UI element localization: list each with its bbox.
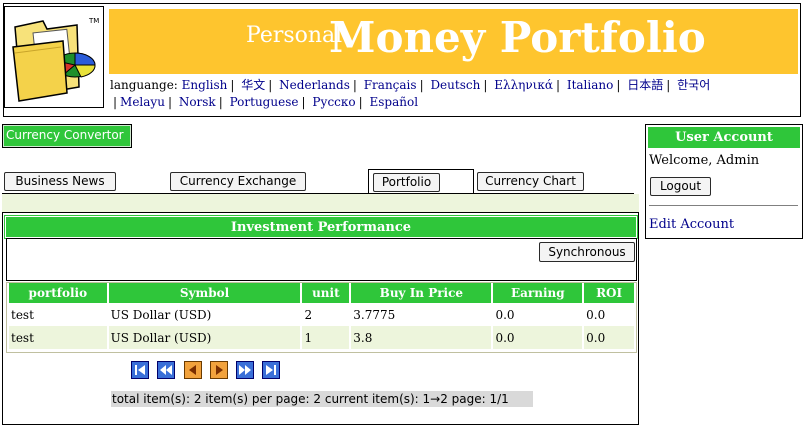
investment-table: portfolio Symbol unit Buy In Price Earni… (6, 282, 637, 353)
edit-account-link[interactable]: Edit Account (649, 217, 734, 232)
column-header[interactable]: unit (302, 283, 350, 303)
logo-icon: TM (4, 6, 104, 108)
pager-status: total item(s): 2 item(s) per page: 2 cur… (111, 391, 533, 407)
cell-roi: 0.0 (584, 326, 634, 349)
cell-symbol: US Dollar (USD) (110, 307, 212, 322)
lang-malay[interactable]: Melayu (120, 95, 165, 109)
language-label: languange: (110, 78, 178, 92)
title-small: Personal (246, 23, 343, 48)
lang-dutch[interactable]: Nederlands (279, 78, 350, 92)
tab-currency-chart[interactable]: Currency Chart (477, 172, 584, 191)
lang-italian[interactable]: Italiano (567, 78, 614, 92)
column-header[interactable]: portfolio (9, 283, 107, 303)
lang-chinese[interactable]: 华文 (241, 78, 265, 92)
tab-business-news[interactable]: Business News (4, 172, 116, 191)
lang-french[interactable]: Français (364, 78, 417, 92)
cell-portfolio: test (11, 307, 34, 322)
column-header[interactable]: Earning (493, 283, 583, 303)
lang-greek[interactable]: Ελληνικά (494, 78, 553, 92)
lang-russian[interactable]: Русско (312, 95, 355, 109)
cell-unit: 2 (304, 307, 313, 322)
table-header-row: portfolio Symbol unit Buy In Price Earni… (9, 283, 634, 303)
user-account-title: User Account (648, 127, 800, 148)
title-banner: Personal Money Portfolio (109, 9, 798, 74)
user-divider (649, 205, 798, 206)
last-page-icon[interactable] (262, 361, 280, 379)
lang-japanese[interactable]: 日本語 (627, 78, 663, 92)
cell-buy-price: 3.7775 (353, 307, 396, 322)
tab-content-band (2, 194, 639, 212)
tab-portfolio[interactable]: Portfolio (373, 173, 440, 192)
table-row[interactable]: test US Dollar (USD) 2 3.7775 0.0 0.0 (9, 303, 634, 326)
next-block-icon[interactable] (236, 361, 254, 379)
cell-buy-price: 3.8 (351, 326, 492, 349)
column-header[interactable]: Buy In Price (351, 283, 492, 303)
cell-earning: 0.0 (493, 326, 583, 349)
lang-german[interactable]: Deutsch (430, 78, 480, 92)
cell-symbol: US Dollar (USD) (108, 326, 301, 349)
lang-norwegian[interactable]: Norsk (179, 95, 216, 109)
tab-currency-exchange[interactable]: Currency Exchange (170, 172, 306, 191)
previous-page-icon[interactable] (184, 361, 202, 379)
lang-portuguese[interactable]: Portuguese (230, 95, 299, 109)
logo-trademark: TM (88, 17, 99, 25)
column-header[interactable]: ROI (584, 283, 634, 303)
language-selector: languange: English | 华文 | Nederlands | Fran… (110, 78, 711, 109)
title-big: Money Portfolio (329, 13, 706, 62)
lang-spanish[interactable]: Español (370, 95, 419, 109)
first-page-icon[interactable] (131, 361, 149, 379)
next-page-icon[interactable] (210, 361, 228, 379)
currency-convertor-button[interactable]: Currency Convertor (2, 124, 132, 148)
logout-button[interactable]: Logout (650, 177, 711, 196)
cell-earning: 0.0 (495, 307, 515, 322)
column-header[interactable]: Symbol (108, 283, 301, 303)
cell-portfolio: test (9, 326, 107, 349)
cell-roi: 0.0 (586, 307, 606, 322)
lang-korean[interactable]: 한국어 (677, 78, 710, 92)
lang-english[interactable]: English (182, 78, 228, 92)
investment-title: Investment Performance (4, 215, 638, 239)
synchronous-button[interactable]: Synchronous (539, 242, 635, 262)
welcome-text: Welcome, Admin (649, 153, 760, 168)
table-row[interactable]: test US Dollar (USD) 1 3.8 0.0 0.0 (9, 326, 634, 349)
previous-block-icon[interactable] (157, 361, 175, 379)
cell-unit: 1 (302, 326, 350, 349)
